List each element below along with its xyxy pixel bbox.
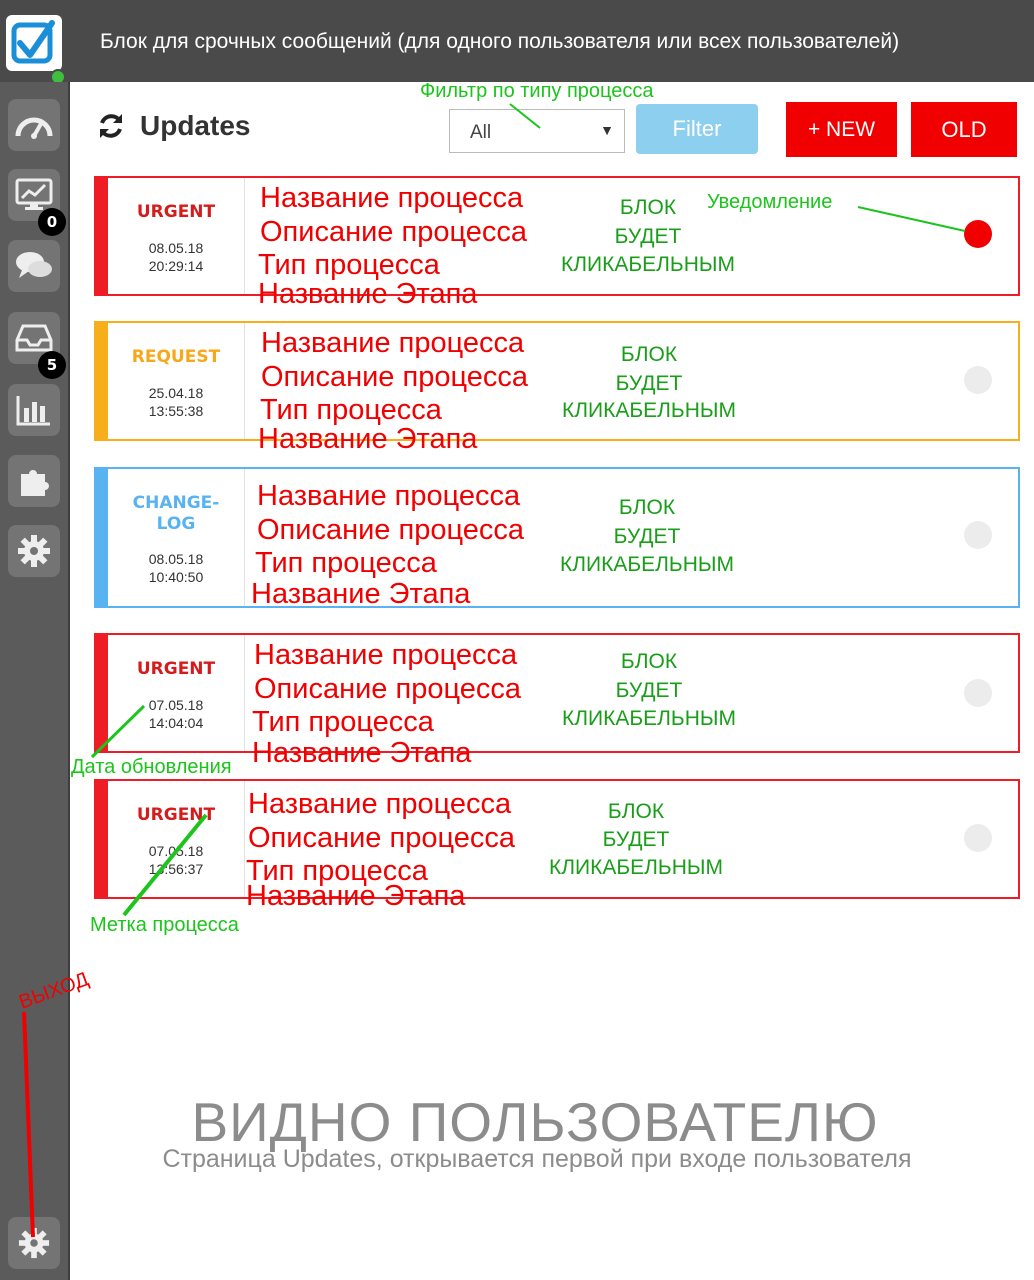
- notification-dot[interactable]: [964, 824, 992, 852]
- dropdown-arrow-icon: ▼: [600, 122, 614, 138]
- dashboard-gauge-icon: [15, 117, 53, 139]
- annotation-filter-by-type: Фильтр по типу процесса: [420, 80, 654, 102]
- annotation-process-label: Метка процесса: [90, 914, 239, 936]
- process-tag: REQUEST: [131, 347, 221, 367]
- annotation-update-date: Дата обновления: [71, 756, 232, 778]
- update-time: 14:04:04: [148, 715, 204, 731]
- process-type: Тип процесса: [260, 394, 442, 426]
- top-bar: Блок для срочных сообщений (для одного п…: [0, 0, 1034, 85]
- update-date: 25.04.18: [148, 385, 204, 401]
- footer-subtitle: Страница Updates, открывается первой при…: [162, 1145, 912, 1173]
- clickable-note-line1: БЛОК: [607, 800, 665, 823]
- process-name: Название процесса: [260, 182, 524, 214]
- process-tag: URGENT: [136, 805, 216, 825]
- notification-dot[interactable]: [964, 220, 992, 248]
- process-description: Описание процесса: [260, 216, 527, 248]
- process-tag: URGENT: [136, 659, 216, 679]
- new-button[interactable]: + NEW: [786, 102, 897, 157]
- logo-check-icon: [11, 20, 55, 64]
- update-date: 08.05.18: [148, 240, 204, 256]
- app-logo[interactable]: [6, 15, 66, 85]
- process-description: Описание процесса: [257, 514, 524, 546]
- clickable-note-line1: БЛОК: [618, 496, 676, 519]
- notification-dot[interactable]: [964, 679, 992, 707]
- update-date: 07.05.18: [148, 843, 204, 859]
- card-divider: [244, 323, 245, 439]
- update-time: 13:55:38: [148, 403, 204, 419]
- clickable-note-line2: БУДЕТ: [613, 525, 681, 548]
- inbox-tray-icon: [15, 324, 53, 352]
- chat-bubbles-icon: [16, 252, 52, 278]
- process-type: Тип процесса: [252, 706, 434, 738]
- process-type-select[interactable]: All ▼: [449, 109, 625, 153]
- process-name: Название процесса: [248, 788, 512, 820]
- update-time: 13:56:37: [148, 861, 204, 877]
- logout-gear-icon: [18, 1227, 50, 1259]
- filter-button[interactable]: Filter: [636, 104, 758, 154]
- page-title: Updates: [140, 110, 251, 141]
- monitor-chart-icon: [15, 178, 53, 210]
- clickable-note-line1: БЛОК: [620, 650, 678, 673]
- clickable-note-line3: КЛИКАБЕЛЬНЫМ: [561, 253, 735, 276]
- card-divider: [244, 178, 245, 294]
- sidebar-item-dashboard[interactable]: [8, 99, 60, 151]
- process-description: Описание процесса: [254, 673, 521, 705]
- process-name: Название процесса: [257, 480, 521, 512]
- clickable-note-line2: БУДЕТ: [615, 679, 683, 702]
- process-description: Описание процесса: [261, 361, 528, 393]
- update-time: 10:40:50: [148, 569, 204, 585]
- clickable-note-line2: БУДЕТ: [614, 225, 682, 248]
- clickable-note-line3: КЛИКАБЕЛЬНЫМ: [562, 399, 736, 422]
- old-button[interactable]: OLD: [911, 102, 1017, 157]
- update-time: 20:29:14: [148, 258, 204, 274]
- notification-dot[interactable]: [964, 521, 992, 549]
- notification-dot[interactable]: [964, 366, 992, 394]
- process-tag-line2: LOG: [156, 514, 196, 534]
- clickable-note-line3: КЛИКАБЕЛЬНЫМ: [549, 856, 723, 879]
- select-value: All: [470, 122, 492, 143]
- process-type: Тип процесса: [255, 547, 437, 579]
- process-stage: Название Этапа: [258, 423, 478, 455]
- monitoring-count-badge: 0: [38, 208, 66, 236]
- process-type: Тип процесса: [258, 249, 440, 281]
- clickable-note-line3: КЛИКАБЕЛЬНЫМ: [560, 553, 734, 576]
- card-divider: [244, 635, 245, 751]
- sidebar-item-chat[interactable]: [8, 240, 60, 292]
- urgent-messages-banner: Блок для срочных сообщений (для одного п…: [100, 30, 900, 53]
- bar-chart-icon: [16, 396, 50, 426]
- process-tag: URGENT: [136, 202, 216, 222]
- card-divider: [244, 781, 245, 897]
- refresh-icon[interactable]: [96, 111, 126, 141]
- process-name: Название процесса: [261, 327, 525, 359]
- sidebar-item-reports[interactable]: [8, 384, 60, 436]
- inbox-count-badge: 5: [38, 351, 66, 379]
- process-description: Описание процесса: [248, 822, 515, 854]
- process-name: Название процесса: [254, 639, 518, 671]
- updates-header: Updates: [96, 110, 250, 142]
- gear-icon: [18, 535, 50, 567]
- process-tag-line1: CHANGE-: [132, 493, 220, 513]
- clickable-note-line1: БЛОК: [620, 343, 678, 366]
- process-stage: Название Этапа: [251, 578, 471, 610]
- annotation-notification: Уведомление: [707, 191, 833, 213]
- update-date: 07.05.18: [148, 697, 204, 713]
- sidebar-item-settings[interactable]: [8, 525, 60, 577]
- clickable-note-line3: КЛИКАБЕЛЬНЫМ: [562, 707, 736, 730]
- update-date: 08.05.18: [148, 551, 204, 567]
- logout-button[interactable]: [8, 1217, 60, 1269]
- card-divider: [244, 469, 245, 606]
- sidebar-item-plugins[interactable]: [8, 455, 60, 507]
- puzzle-icon: [21, 470, 49, 496]
- process-stage: Название Этапа: [246, 880, 466, 912]
- clickable-note-line2: БУДЕТ: [602, 828, 670, 851]
- clickable-note-line2: БУДЕТ: [615, 372, 683, 395]
- process-stage: Название Этапа: [252, 737, 472, 769]
- process-stage: Название Этапа: [258, 278, 478, 310]
